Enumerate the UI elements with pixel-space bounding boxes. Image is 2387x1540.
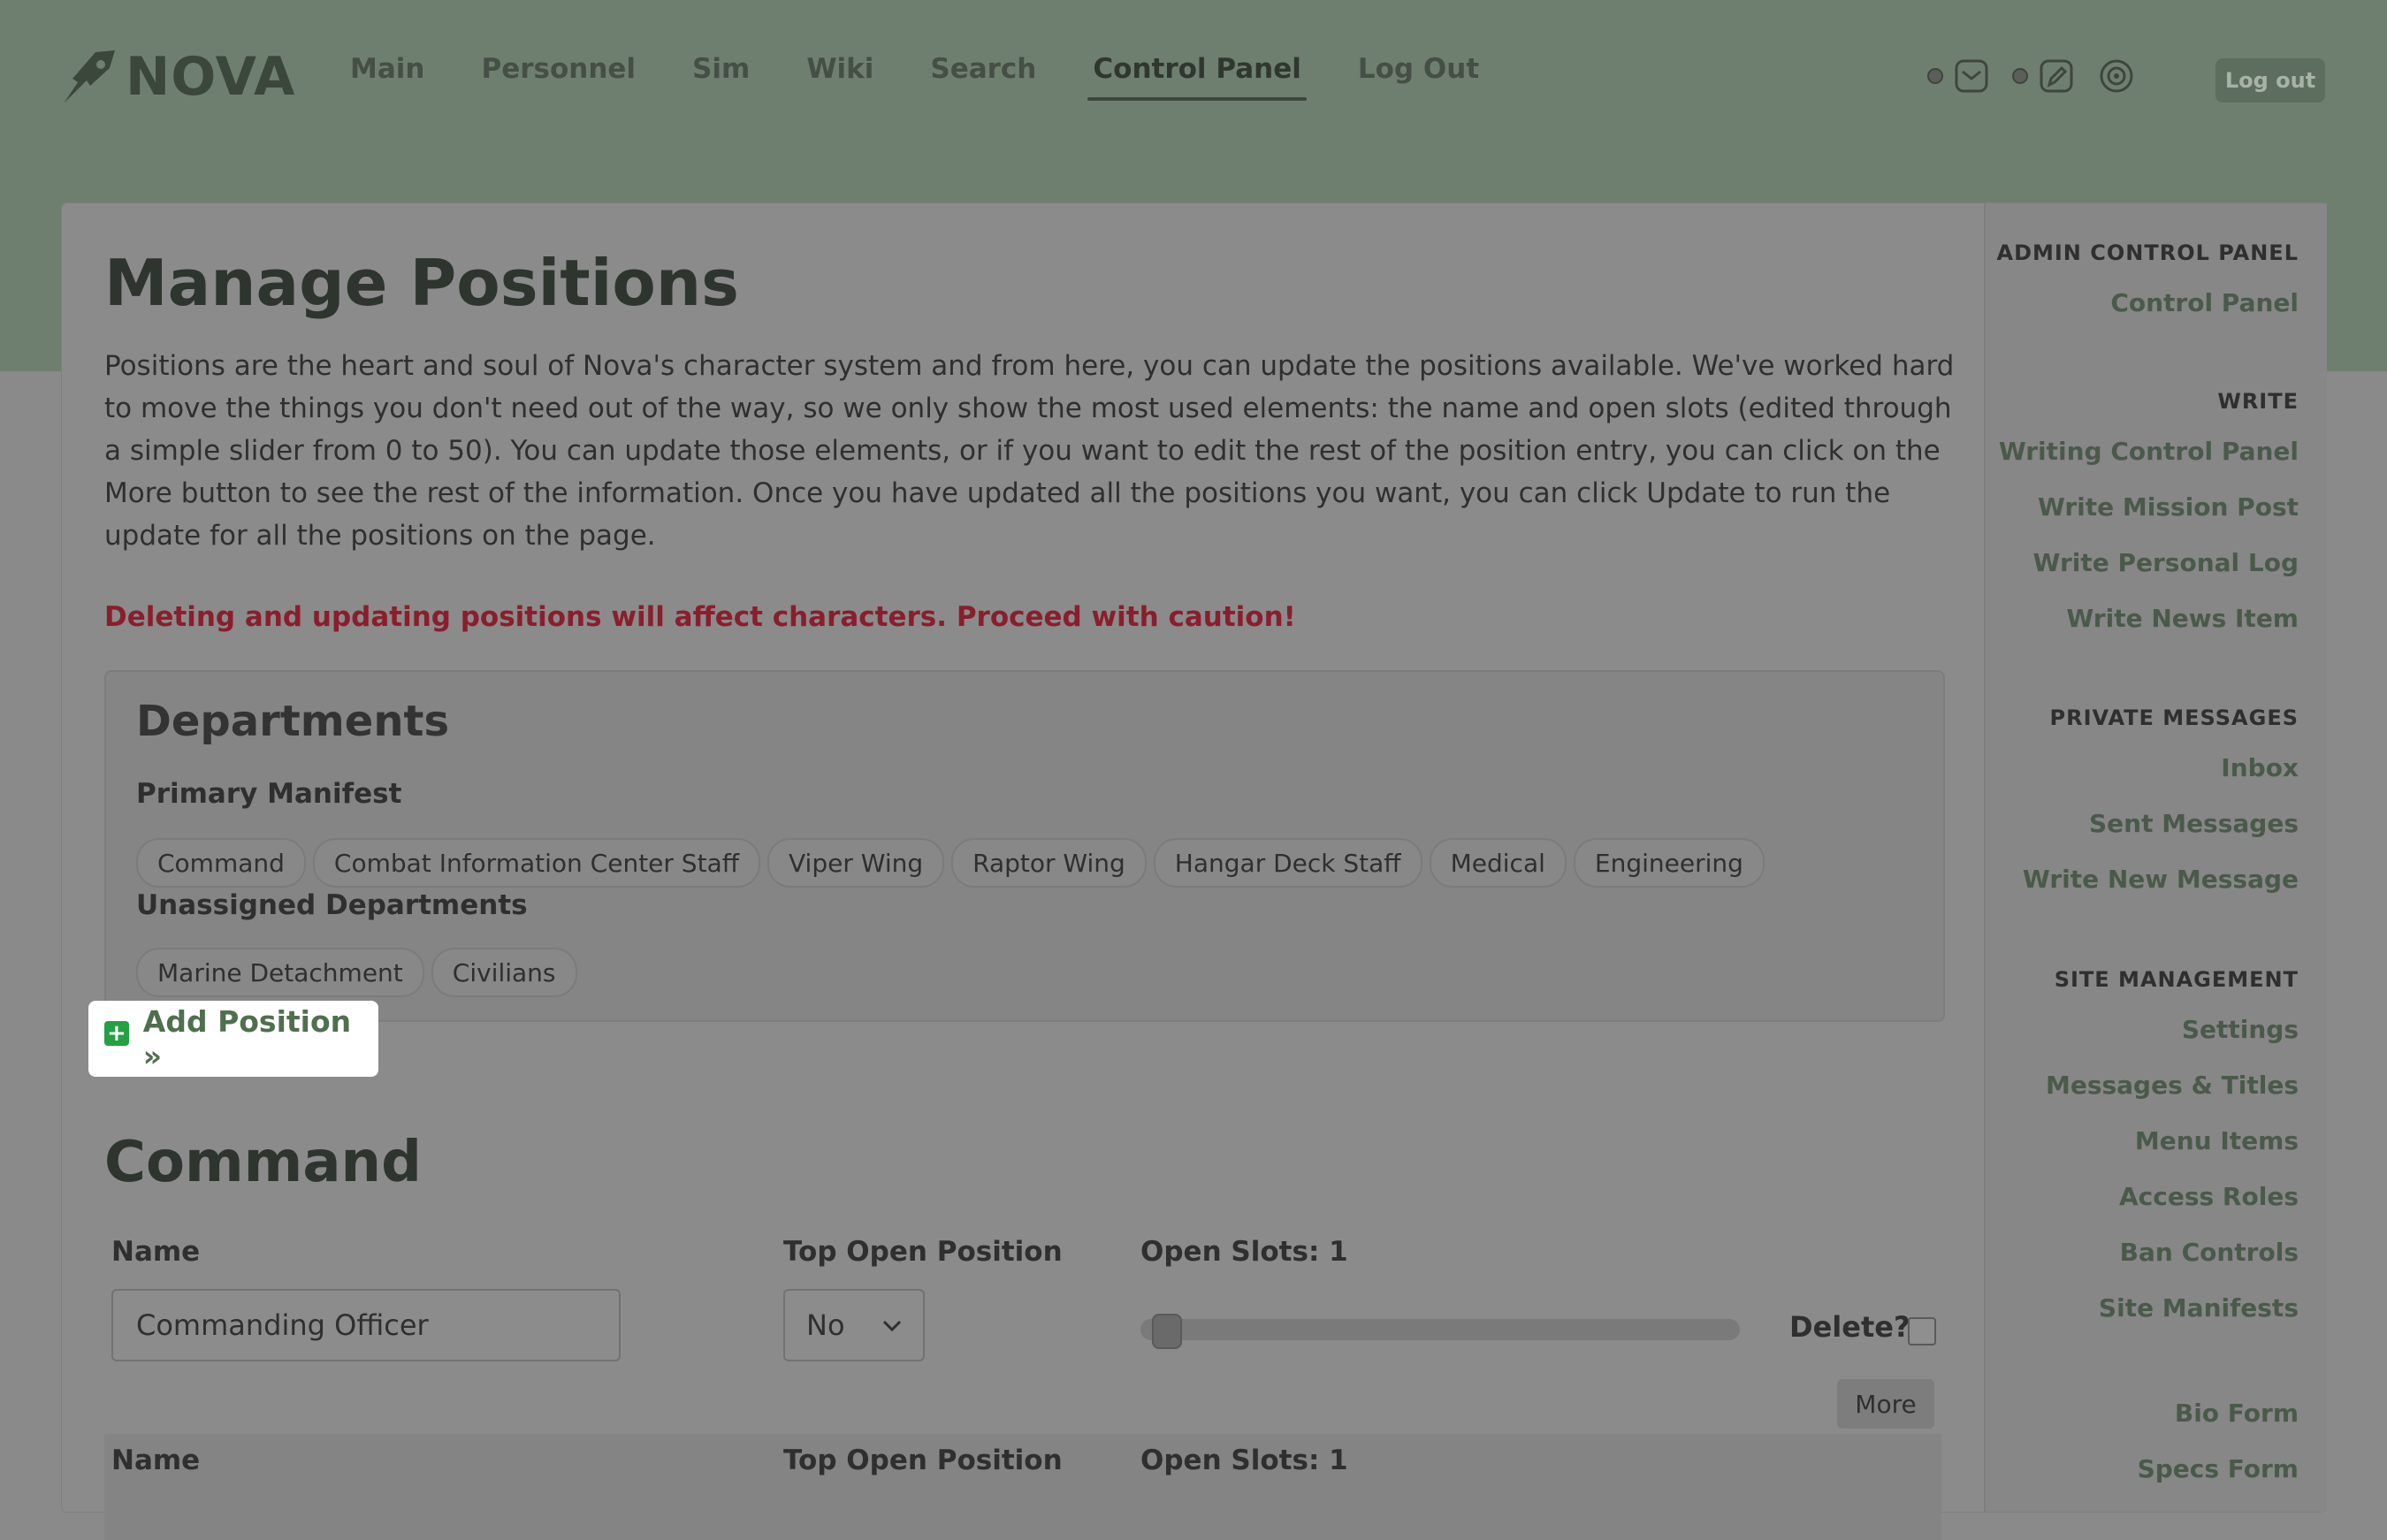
mail-status-dot [1927, 68, 1943, 84]
top-open-position-select[interactable]: No [783, 1289, 925, 1361]
open-slots-label: Open Slots: 1 [1140, 1445, 1348, 1476]
sidebar-link-write-personal-log[interactable]: Write Personal Log [1999, 548, 2299, 577]
nav-item-sim[interactable]: Sim [692, 53, 750, 101]
position-row: Name Top Open Position Open Slots: 1 [104, 1434, 1941, 1540]
nav-item-control-panel[interactable]: Control Panel [1087, 53, 1308, 101]
plus-icon: + [104, 1021, 129, 1046]
department-tag[interactable]: Marine Detachment [136, 948, 424, 997]
nova-logo[interactable]: NOVA [60, 46, 295, 108]
nav-item-search[interactable]: Search [930, 53, 1036, 101]
sidebar-link-control-panel[interactable]: Control Panel [1997, 288, 2299, 317]
mail-icon[interactable] [1952, 57, 1991, 95]
sidebar-heading: SITE MANAGEMENT [2054, 967, 2299, 992]
add-position-label: Add Position » [142, 1004, 352, 1073]
nav-item-wiki[interactable]: Wiki [806, 53, 873, 101]
top-navigation-bar: NOVA Main Personnel Sim Wiki Search Cont… [0, 0, 2387, 159]
sidebar-link-settings[interactable]: Settings [2046, 1015, 2299, 1044]
departments-box: Departments Primary Manifest Command Com… [104, 670, 1945, 1022]
main-content: Manage Positions Positions are the heart… [62, 203, 1984, 1540]
sidebar-heading: PRIVATE MESSAGES [2049, 705, 2299, 730]
chevron-down-icon [882, 1320, 902, 1332]
sidebar-section-private-messages: PRIVATE MESSAGES Inbox Sent Messages Wri… [2023, 705, 2299, 894]
slider-handle[interactable] [1152, 1314, 1182, 1349]
sidebar-link-specs-form[interactable]: Specs Form [2138, 1454, 2299, 1483]
sidebar: ADMIN CONTROL PANEL Control Panel WRITE … [1984, 203, 2327, 1512]
department-tag[interactable]: Viper Wing [767, 838, 945, 888]
brand-name: NOVA [126, 46, 296, 108]
department-tag[interactable]: Hangar Deck Staff [1153, 838, 1422, 888]
position-name-input[interactable]: Commanding Officer [111, 1289, 621, 1361]
sidebar-link-site-manifests[interactable]: Site Manifests [2046, 1293, 2299, 1323]
sidebar-section-write: WRITE Writing Control Panel Write Missio… [1999, 389, 2299, 633]
top-open-position-label: Top Open Position [783, 1236, 1063, 1268]
top-open-position-value: No [806, 1308, 845, 1342]
sidebar-link-sent-messages[interactable]: Sent Messages [2023, 809, 2299, 838]
write-status-dot [2012, 68, 2028, 84]
name-field-label: Name [111, 1236, 201, 1268]
sidebar-heading: WRITE [2217, 389, 2299, 414]
department-tag[interactable]: Command [136, 838, 306, 888]
sidebar-section-site-management: SITE MANAGEMENT Settings Messages & Titl… [2046, 967, 2299, 1323]
sidebar-link-write-news-item[interactable]: Write News Item [1999, 604, 2299, 633]
starship-icon [64, 50, 115, 103]
more-button[interactable]: More [1837, 1379, 1934, 1429]
open-slots-label: Open Slots: 1 [1140, 1236, 1348, 1268]
sidebar-section-forms: Bio Form Specs Form [2138, 1399, 2299, 1483]
sidebar-link-ban-controls[interactable]: Ban Controls [2046, 1238, 2299, 1267]
sidebar-link-inbox[interactable]: Inbox [2023, 753, 2299, 782]
logout-button[interactable]: Log out [2215, 58, 2325, 103]
departments-title: Departments [136, 697, 450, 746]
sidebar-link-menu-items[interactable]: Menu Items [2046, 1126, 2299, 1155]
department-tag[interactable]: Combat Information Center Staff [312, 838, 761, 888]
sidebar-link-write-mission-post[interactable]: Write Mission Post [1999, 492, 2299, 522]
unassigned-departments-list: Marine Detachment Civilians [136, 948, 584, 997]
caution-warning: Deleting and updating positions will aff… [104, 601, 1296, 633]
department-tag[interactable]: Raptor Wing [951, 838, 1147, 888]
section-title-command: Command [104, 1130, 422, 1195]
add-position-button[interactable]: + Add Position » [88, 1001, 378, 1077]
name-field-label: Name [111, 1445, 201, 1476]
sidebar-link-writing-control-panel[interactable]: Writing Control Panel [1999, 437, 2299, 466]
sidebar-link-bio-form[interactable]: Bio Form [2138, 1399, 2299, 1428]
top-open-position-label: Top Open Position [783, 1445, 1063, 1476]
header-icons [1927, 57, 2157, 95]
nav-item-main[interactable]: Main [350, 53, 424, 101]
nav-item-log-out[interactable]: Log Out [1358, 53, 1479, 101]
nav-item-personnel[interactable]: Personnel [481, 53, 636, 101]
delete-checkbox[interactable] [1908, 1317, 1936, 1346]
primary-departments-list: Command Combat Information Center Staff … [136, 838, 1772, 888]
sidebar-link-messages-titles[interactable]: Messages & Titles [2046, 1071, 2299, 1100]
main-nav: Main Personnel Sim Wiki Search Control P… [322, 53, 1507, 101]
position-name-value: Commanding Officer [136, 1308, 429, 1342]
content-panel: Manage Positions Positions are the heart… [62, 203, 2327, 1540]
pen-icon[interactable] [2037, 57, 2076, 95]
open-slots-slider[interactable] [1140, 1314, 1740, 1349]
sidebar-heading: ADMIN CONTROL PANEL [1996, 240, 2299, 265]
intro-text: Positions are the heart and soul of Nova… [104, 350, 1955, 552]
department-tag[interactable]: Engineering [1573, 838, 1765, 888]
unassigned-departments-label: Unassigned Departments [136, 889, 528, 921]
page-title: Manage Positions [104, 246, 739, 320]
delete-label: Delete? [1789, 1310, 1910, 1344]
radar-icon[interactable] [2097, 57, 2136, 95]
sidebar-link-access-roles[interactable]: Access Roles [2046, 1182, 2299, 1211]
primary-manifest-label: Primary Manifest [136, 778, 402, 810]
sidebar-link-write-new-message[interactable]: Write New Message [2023, 865, 2299, 894]
sidebar-section-admin: ADMIN CONTROL PANEL Control Panel [1997, 240, 2299, 317]
department-tag[interactable]: Medical [1429, 838, 1567, 888]
department-tag[interactable]: Civilians [431, 948, 577, 997]
